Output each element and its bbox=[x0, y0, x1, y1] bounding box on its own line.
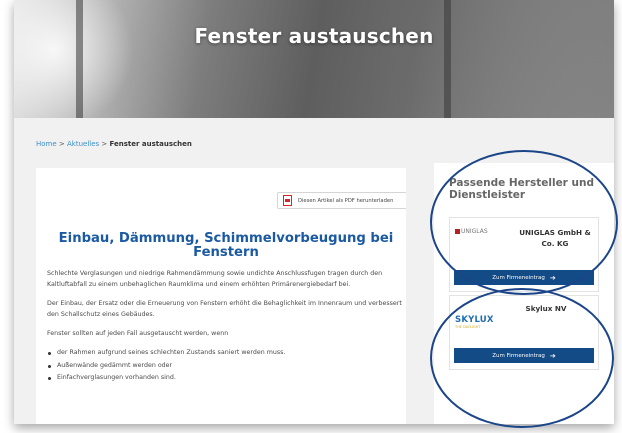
uniglas-logo: UNIGLAS bbox=[455, 228, 488, 235]
pdf-download-button[interactable]: Diesen Artikel als PDF herunterladen bbox=[277, 192, 406, 209]
skylux-logo: SKYLUX THE DAYLIGHT bbox=[455, 315, 494, 329]
company-entry-button-label: Zum Firmeneintrag bbox=[492, 352, 545, 359]
breadcrumb-home-link[interactable]: Home bbox=[36, 140, 57, 148]
hero-window-frame bbox=[76, 0, 83, 118]
sidebar: Passende Hersteller und Dienstleister UN… bbox=[434, 163, 614, 424]
company-card-skylux: SKYLUX THE DAYLIGHT Skylux NV Zum Firmen… bbox=[449, 295, 599, 370]
article-bullet: der Rahmen aufgrund seines schlechten Zu… bbox=[47, 347, 402, 360]
hero-shade bbox=[394, 0, 614, 118]
company-card-uniglas: UNIGLAS UNIGLAS GmbH & Co. KG Zum Firmen… bbox=[449, 217, 599, 292]
article-body: Schlechte Verglasungen und niedrige Rahm… bbox=[47, 268, 402, 385]
article-bullet: Einfachverglasungen vorhanden sind. bbox=[47, 372, 402, 385]
company-entry-button[interactable]: Zum Firmeneintrag ➔ bbox=[454, 270, 594, 285]
arrow-right-icon: ➔ bbox=[549, 351, 556, 360]
article-paragraph: Schlechte Verglasungen und niedrige Rahm… bbox=[47, 270, 383, 288]
pdf-download-label: Diesen Artikel als PDF herunterladen bbox=[298, 197, 394, 204]
pdf-icon bbox=[283, 195, 292, 206]
company-name: Skylux NV bbox=[525, 304, 567, 313]
breadcrumb-separator: > bbox=[99, 140, 110, 148]
arrow-right-icon: ➔ bbox=[549, 273, 556, 282]
breadcrumb-aktuelles-link[interactable]: Aktuelles bbox=[67, 140, 99, 148]
company-entry-button-label: Zum Firmeneintrag bbox=[492, 274, 545, 281]
hero-title: Fenster austauschen bbox=[194, 24, 434, 48]
breadcrumb-separator: > bbox=[56, 140, 67, 148]
article-title: Einbau, Dämmung, Schimmelvorbeugung bei … bbox=[58, 231, 394, 260]
hero-light bbox=[14, 0, 134, 118]
company-entry-button[interactable]: Zum Firmeneintrag ➔ bbox=[454, 348, 594, 363]
breadcrumb-current: Fenster austauschen bbox=[109, 140, 192, 148]
hero-banner: Fenster austauschen bbox=[14, 0, 614, 118]
page-frame: Fenster austauschen Home > Aktuelles > F… bbox=[14, 0, 614, 424]
article-paragraph: Der Einbau, der Ersatz oder die Erneueru… bbox=[47, 300, 402, 318]
article-paragraph: Fenster sollten auf jeden Fall ausgetaus… bbox=[47, 330, 229, 337]
breadcrumb: Home > Aktuelles > Fenster austauschen bbox=[36, 140, 192, 148]
article-card: Diesen Artikel als PDF herunterladen Ein… bbox=[36, 168, 406, 424]
article-bullet: Außenwände gedämmt werden oder bbox=[47, 360, 402, 373]
article-bullet-list: der Rahmen aufgrund seines schlechten Zu… bbox=[47, 347, 402, 385]
company-name: UNIGLAS GmbH & Co. KG bbox=[519, 228, 591, 248]
sidebar-heading: Passende Hersteller und Dienstleister bbox=[449, 177, 594, 201]
